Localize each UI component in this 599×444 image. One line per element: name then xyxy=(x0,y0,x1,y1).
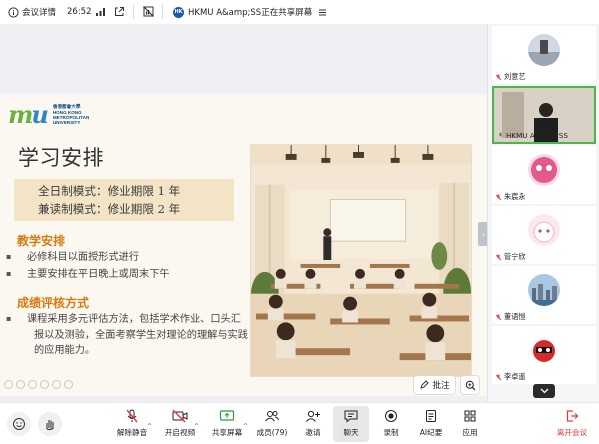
share-options-caret[interactable]: ^ xyxy=(243,423,248,430)
assessment-bullets: ▪ 课程采用多元评估方法，包括学术作业、口头汇报以及测验，全面考察学生对理论的理解… xyxy=(6,311,250,359)
grid-icon[interactable] xyxy=(52,380,61,389)
video-off-icon xyxy=(171,406,189,425)
apps-grid-icon xyxy=(463,406,477,425)
ai-summary-button[interactable]: AI纪要 xyxy=(413,406,449,442)
smile-icon xyxy=(12,417,26,431)
avatar xyxy=(528,34,560,66)
meeting-window: 会议详情 26:52 HK HKMU A&amp;SS正在共享屏幕 mu 香港都… xyxy=(0,0,599,444)
unmute-button[interactable]: 解除静音 xyxy=(112,406,152,442)
hand-icon xyxy=(43,417,57,431)
chevron-down-icon xyxy=(540,388,549,394)
shared-screen-area: mu 香港都會大學 HONG KONG METROPOLITAN UNIVERS… xyxy=(0,24,487,402)
emoji-button[interactable] xyxy=(7,412,31,436)
chat-icon xyxy=(343,406,359,425)
participant-tile[interactable]: 李卓遥 xyxy=(492,326,596,384)
raise-hand-button[interactable] xyxy=(38,412,62,436)
participant-name-row: HKMU A&amp;SS xyxy=(497,131,568,140)
chevron-right-icon: › xyxy=(481,229,486,239)
bullet-item: ▪ 课程采用多元评估方法，包括学术作业、口头汇报以及测验，全面考察学生对理论的理解… xyxy=(6,314,248,356)
participant-name-row: 刘意艺 xyxy=(495,72,526,82)
next-slide-icon[interactable] xyxy=(16,380,25,389)
top-bar: 会议详情 26:52 HK HKMU A&amp;SS正在共享屏幕 xyxy=(0,0,599,24)
mic-muted-icon xyxy=(495,374,502,381)
participant-tile[interactable]: 刘意艺 xyxy=(492,26,596,84)
external-link-icon[interactable] xyxy=(114,6,125,17)
meeting-details-button[interactable]: 会议详情 xyxy=(8,6,56,18)
annotate-button[interactable]: 批注 xyxy=(413,375,456,395)
apps-button[interactable]: 应用 xyxy=(452,406,488,442)
annotate-label: 批注 xyxy=(432,381,450,391)
meeting-timer: 26:52 xyxy=(67,7,92,17)
bullet-item: ▪ 主要安排在平日晚上或周末下午 xyxy=(6,268,170,280)
participant-tile-active-speaker[interactable]: HKMU A&amp;SS xyxy=(492,86,596,144)
avatar xyxy=(528,274,560,306)
info-icon xyxy=(8,6,19,18)
mic-muted-icon xyxy=(495,194,502,201)
unmute-options-caret[interactable]: ^ xyxy=(147,423,152,430)
logo-mark: mu xyxy=(8,100,49,129)
sharing-indicator: HK HKMU A&amp;SS正在共享屏幕 xyxy=(173,6,327,18)
share-screen-icon xyxy=(219,406,235,425)
leave-icon xyxy=(565,406,579,425)
teaching-bullets: ▪ 必修科目以面授形式进行 ▪ 主要安排在平日晚上或周末下午 xyxy=(6,249,250,282)
participant-name-row: 李卓遥 xyxy=(495,372,526,382)
participant-panel: 刘意艺 HKMU A&amp;SS 朱宸永 管宁欣 董语愷 李卓遥 xyxy=(487,24,599,402)
participant-name-row: 董语愷 xyxy=(495,312,526,322)
hkmu-logo: mu 香港都會大學 HONG KONG METROPOLITAN UNIVERS… xyxy=(8,103,89,127)
members-button[interactable]: 成员(79) xyxy=(252,406,292,442)
chat-button[interactable]: 聊天 xyxy=(333,406,369,442)
menu-icon[interactable] xyxy=(318,8,327,17)
mic-active-icon xyxy=(497,132,504,139)
more-icon[interactable] xyxy=(64,380,73,389)
meeting-details-label: 会议详情 xyxy=(22,8,57,18)
avatar xyxy=(528,154,560,186)
full-time-mode: 全日制模式：修业期限 1 年 xyxy=(38,184,181,198)
signal-icon[interactable] xyxy=(95,6,107,17)
presentation-slide: mu 香港都會大學 HONG KONG METROPOLITAN UNIVERS… xyxy=(0,94,487,396)
viewer-controls: 批注 xyxy=(413,375,480,395)
slide-nav-controls xyxy=(4,380,73,389)
sharing-text: HKMU A&amp;SS正在共享屏幕 xyxy=(188,8,313,18)
divider xyxy=(133,4,134,19)
participant-name-row: 朱宸永 xyxy=(495,192,526,202)
mic-muted-icon xyxy=(124,406,140,425)
video-options-caret[interactable]: ^ xyxy=(194,423,199,430)
logo-text: 香港都會大學 HONG KONG METROPOLITAN UNIVERSITY xyxy=(52,104,90,126)
no-screenshot-icon[interactable] xyxy=(142,5,155,18)
part-time-mode: 兼读制模式：修业期限 2 年 xyxy=(38,202,181,216)
invite-button[interactable]: 邀请 xyxy=(295,406,331,442)
mic-muted-icon xyxy=(495,254,502,261)
sharer-badge: HK xyxy=(173,6,184,18)
slide-title: 学习安排 xyxy=(18,146,104,170)
teaching-arrangement-heading: 教学安排 xyxy=(17,234,66,248)
pen-icon xyxy=(419,380,430,390)
divider xyxy=(162,4,163,19)
participant-tile[interactable]: 董语愷 xyxy=(492,266,596,324)
participant-tile[interactable]: 朱宸永 xyxy=(492,146,596,204)
assessment-heading: 成绩评核方式 xyxy=(17,296,90,310)
share-screen-button[interactable]: 共享屏幕 xyxy=(207,406,247,442)
mic-muted-icon xyxy=(495,74,502,81)
avatar xyxy=(528,334,560,366)
participant-tile[interactable]: 管宁欣 xyxy=(492,206,596,264)
avatar xyxy=(528,214,560,246)
mic-muted-icon xyxy=(495,314,502,321)
bullet-item: ▪ 必修科目以面授形式进行 xyxy=(6,252,140,263)
leave-meeting-button[interactable]: 离开会议 xyxy=(552,406,592,442)
add-user-icon xyxy=(305,406,321,425)
pen-icon[interactable] xyxy=(28,380,37,389)
classroom-illustration xyxy=(250,144,472,377)
study-mode-box: 全日制模式：修业期限 1 年 兼读制模式：修业期限 2 年 xyxy=(14,179,234,221)
zoom-in-button[interactable] xyxy=(460,375,480,395)
record-icon xyxy=(384,406,398,425)
participant-name-row: 管宁欣 xyxy=(495,252,526,262)
prev-slide-icon[interactable] xyxy=(4,380,13,389)
zoom-icon[interactable] xyxy=(40,380,49,389)
record-button[interactable]: 录制 xyxy=(373,406,409,442)
zoom-in-icon xyxy=(465,380,476,391)
meeting-toolbar: 解除静音 ^ 开启视频 ^ 共享屏幕 ^ 成员(79) 邀请 聊天 录制 AI纪… xyxy=(0,402,599,444)
ai-notes-icon xyxy=(424,406,438,425)
people-icon xyxy=(264,406,280,425)
scroll-down-button[interactable] xyxy=(533,384,555,398)
